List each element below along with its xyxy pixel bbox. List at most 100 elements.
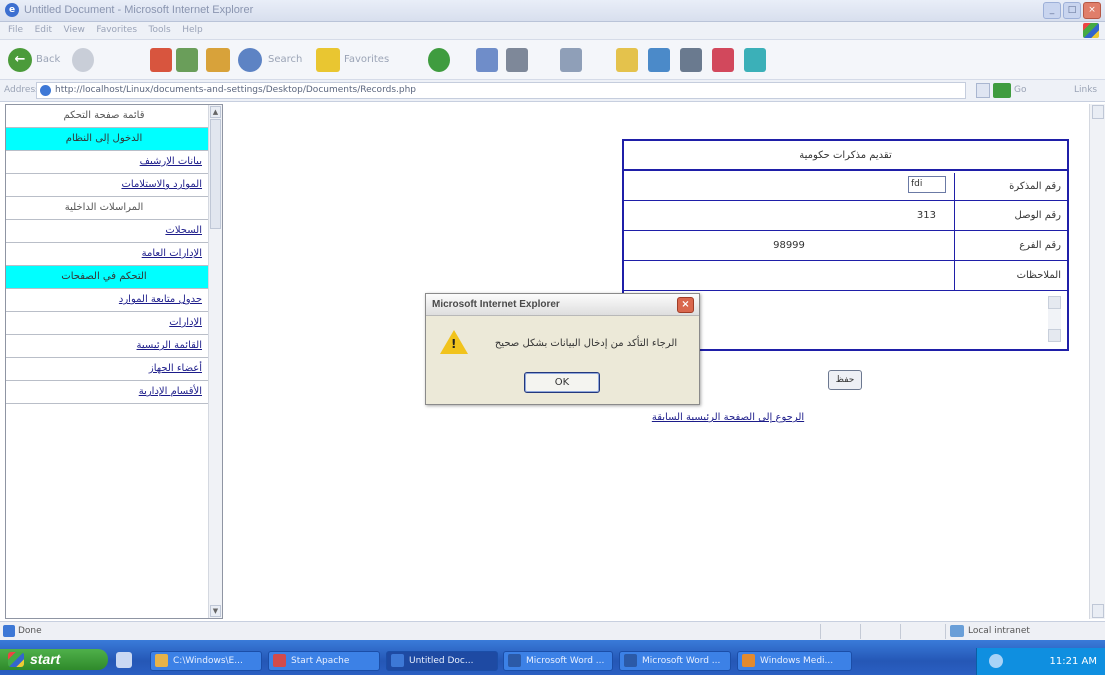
receipt-number-label: رقم الوصل (954, 201, 1067, 230)
taskbar-button[interactable]: Windows Medi... (737, 651, 852, 671)
table-row: 98999 رقم الفرع (624, 231, 1067, 261)
network-icon[interactable] (648, 48, 670, 72)
address-input[interactable]: http://localhost/Linux/documents-and-set… (36, 82, 966, 99)
go-button[interactable]: Go (1014, 85, 1026, 95)
edit-icon[interactable] (560, 48, 582, 72)
sidebar-item-label: الأقسام الإدارية (138, 386, 202, 397)
address-label: Address (4, 85, 40, 95)
back-label: Back (36, 54, 61, 65)
memo-number-input[interactable]: fdi (908, 176, 946, 193)
ok-button[interactable]: OK (524, 372, 600, 393)
search-icon[interactable] (238, 48, 262, 72)
sidebar-item: قائمة صفحة التحكم (6, 105, 208, 128)
menu-edit[interactable]: Edit (35, 25, 52, 35)
ie-icon: e (5, 3, 19, 17)
textarea-scroll-up[interactable] (1048, 296, 1061, 309)
msn-icon[interactable] (712, 48, 734, 72)
go-arrow-icon[interactable] (993, 83, 1011, 98)
taskbar-button[interactable]: C:\Windows\E... (150, 651, 262, 671)
sidebar-item[interactable]: الإدارات العامة (6, 243, 208, 266)
task-app-icon (273, 654, 286, 667)
scroll-down-arrow[interactable]: ▼ (210, 605, 221, 617)
task-app-icon (155, 654, 168, 667)
minimize-button[interactable]: _ (1043, 2, 1061, 19)
task-app-icon (508, 654, 521, 667)
refresh-icon[interactable] (176, 48, 198, 72)
taskbar-button-label: Windows Medi... (760, 656, 834, 666)
maximize-button[interactable]: □ (1063, 2, 1081, 19)
sidebar-item-label: التحكم في الصفحات (61, 271, 147, 282)
sidebar-item: الدخول إلى النظام (6, 128, 208, 151)
page-scrollbar[interactable] (1089, 104, 1105, 619)
table-row: 313 رقم الوصل (624, 201, 1067, 231)
windows-flag-icon (1083, 23, 1099, 38)
links-button[interactable]: Links (1074, 85, 1097, 95)
menu-favorites[interactable]: Favorites (96, 25, 137, 35)
taskbar-button-label: Microsoft Word ... (642, 656, 721, 666)
dialog-close-button[interactable]: × (677, 297, 694, 313)
notes-value (624, 261, 954, 290)
taskbar-button-label: Microsoft Word ... (526, 656, 605, 666)
menu-help[interactable]: Help (182, 25, 203, 35)
sidebar-item-label: الإدارات (169, 317, 202, 328)
scroll-up-arrow[interactable]: ▲ (210, 106, 221, 118)
sidebar-item[interactable]: الإدارات (6, 312, 208, 335)
sidebar-item[interactable]: القائمة الرئيسية (6, 335, 208, 358)
start-label: start (30, 651, 61, 667)
nav-scrollbar[interactable]: ▲ ▼ (208, 105, 222, 618)
start-button[interactable]: start (0, 649, 108, 670)
taskbar-button[interactable]: Start Apache (268, 651, 380, 671)
menu-view[interactable]: View (64, 25, 85, 35)
sidebar-item[interactable]: جدول متابعة الموارد (6, 289, 208, 312)
page-scroll-up[interactable] (1092, 105, 1104, 119)
windows-flag-icon (8, 652, 24, 667)
submit-button[interactable]: حفظ (828, 370, 862, 390)
tray-icon[interactable] (989, 654, 1003, 668)
form-title: تقديم مذكرات حكومية (624, 141, 1067, 171)
return-link[interactable]: الرجوع إلى الصفحة الرئيسية السابقة (622, 412, 834, 423)
zone-text: Local intranet (968, 626, 1030, 636)
sidebar-item[interactable]: بيانات الإرشيف (6, 151, 208, 174)
sidebar-item[interactable]: الموارد والاستلامات (6, 174, 208, 197)
sidebar-item: التحكم في الصفحات (6, 266, 208, 289)
history-icon[interactable] (428, 48, 450, 72)
status-divider (900, 624, 901, 639)
status-divider (945, 624, 946, 639)
close-button[interactable]: × (1083, 2, 1101, 19)
taskbar-button[interactable]: Microsoft Word ... (503, 651, 613, 671)
quick-launch-icon[interactable] (116, 652, 132, 668)
back-button[interactable]: ← (8, 48, 32, 72)
page-icon (40, 85, 51, 96)
taskbar-button[interactable]: Untitled Doc... (386, 651, 498, 671)
stop-icon[interactable] (150, 48, 172, 72)
print-icon[interactable] (506, 48, 528, 72)
taskbar-button-label: C:\Windows\E... (173, 656, 243, 666)
page-scroll-down[interactable] (1092, 604, 1104, 618)
sidebar-item[interactable]: الأقسام الإدارية (6, 381, 208, 404)
sidebar-item-label: بيانات الإرشيف (139, 156, 202, 167)
memo-number-cell: fdi (624, 173, 954, 200)
task-app-icon (624, 654, 637, 667)
menu-file[interactable]: File (8, 25, 23, 35)
scroll-thumb[interactable] (210, 119, 221, 229)
taskbar-button[interactable]: Microsoft Word ... (619, 651, 731, 671)
sidebar-item-label: الموارد والاستلامات (121, 179, 202, 190)
textarea-scroll-down[interactable] (1048, 329, 1061, 342)
forward-button[interactable] (72, 48, 94, 72)
tools-icon[interactable] (744, 48, 766, 72)
address-dropdown-button[interactable] (976, 83, 990, 98)
menu-tools[interactable]: Tools (149, 25, 171, 35)
sidebar-item[interactable]: أعضاء الجهاز (6, 358, 208, 381)
mail-icon[interactable] (476, 48, 498, 72)
sidebar-item[interactable]: السجلات (6, 220, 208, 243)
messenger-icon[interactable] (680, 48, 702, 72)
folder-icon[interactable] (616, 48, 638, 72)
branch-number-label: رقم الفرع (954, 231, 1067, 260)
favorites-icon[interactable] (316, 48, 340, 72)
textarea-scrollbar[interactable] (1048, 296, 1061, 342)
dialog-title-bar: Microsoft Internet Explorer × (426, 294, 699, 316)
sidebar-item-label: قائمة صفحة التحكم (63, 110, 145, 121)
favorites-label: Favorites (344, 54, 390, 65)
home-icon[interactable] (206, 48, 230, 72)
warning-exclamation: ! (451, 337, 457, 351)
